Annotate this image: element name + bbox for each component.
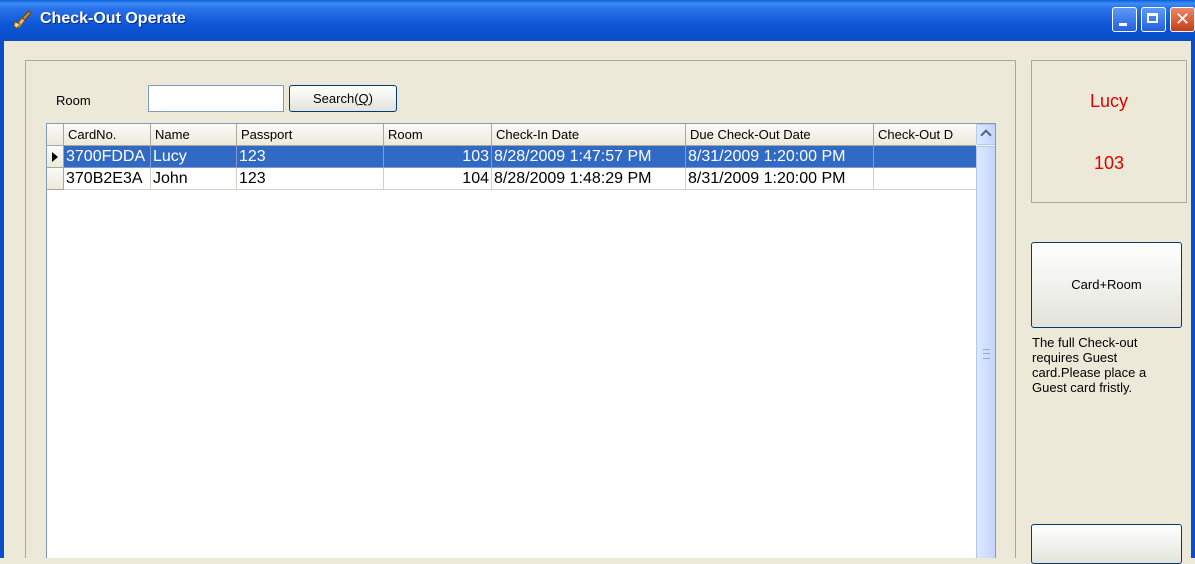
row-header[interactable] — [47, 168, 64, 190]
row-header[interactable] — [47, 146, 64, 168]
broom-icon — [13, 10, 32, 29]
cell-check-out-date[interactable] — [874, 146, 977, 168]
window-frame-right — [1191, 41, 1195, 558]
search-mnemonic: Q — [358, 91, 369, 106]
maximize-button[interactable] — [1141, 7, 1166, 32]
scroll-up-arrow-icon[interactable] — [976, 124, 995, 145]
grid-corner-header — [47, 124, 64, 146]
cell-cardno[interactable]: 3700FDDA — [64, 146, 151, 168]
room-search-input[interactable] — [148, 85, 284, 112]
cell-cardno[interactable]: 370B2E3A — [64, 168, 151, 190]
cell-due-check-out-date[interactable]: 8/31/2009 1:20:00 PM — [686, 146, 874, 168]
current-row-arrow-icon — [52, 152, 58, 162]
cell-passport[interactable]: 123 — [237, 146, 384, 168]
column-header-name[interactable]: Name — [151, 124, 237, 146]
cell-room[interactable]: 104 — [384, 168, 492, 190]
close-icon: ✕ — [1174, 9, 1191, 30]
search-button-label: Search(Q) — [313, 91, 373, 106]
guest-room-number: 103 — [1093, 153, 1125, 173]
guest-grid[interactable]: CardNo. Name Passport Room Check-In Date… — [46, 123, 996, 558]
close-button[interactable]: ✕ — [1170, 7, 1195, 32]
column-header-check-out-date[interactable]: Check-Out D — [874, 124, 977, 146]
minimize-button[interactable] — [1112, 7, 1137, 32]
guest-name: Lucy — [1089, 91, 1129, 111]
cell-check-out-date[interactable] — [874, 168, 977, 190]
search-button[interactable]: Search(Q) — [289, 85, 397, 112]
window-title: Check-Out Operate — [40, 10, 186, 27]
checkout-hint-text: The full Check-out requires Guest card.P… — [1032, 335, 1147, 395]
table-row[interactable]: 3700FDDA Lucy 123 103 8/28/2009 1:47:57 … — [47, 146, 977, 168]
title-bar: Check-Out Operate ✕ — [0, 0, 1195, 41]
grid-header-row: CardNo. Name Passport Room Check-In Date… — [47, 124, 977, 146]
cell-name[interactable]: John — [151, 168, 237, 190]
cell-name[interactable]: Lucy — [151, 146, 237, 168]
guest-info-panel: Lucy 103 — [1031, 60, 1187, 203]
cell-room[interactable]: 103 — [384, 146, 492, 168]
column-header-room[interactable]: Room — [384, 124, 492, 146]
cell-check-in-date[interactable]: 8/28/2009 1:48:29 PM — [492, 168, 686, 190]
cell-check-in-date[interactable]: 8/28/2009 1:47:57 PM — [492, 146, 686, 168]
column-header-check-in-date[interactable]: Check-In Date — [492, 124, 686, 146]
room-label: Room — [56, 93, 91, 108]
vertical-scrollbar[interactable] — [976, 124, 995, 558]
cell-due-check-out-date[interactable]: 8/31/2009 1:20:00 PM — [686, 168, 874, 190]
card-room-button[interactable]: Card+Room — [1031, 242, 1182, 328]
scrollbar-thumb[interactable] — [976, 146, 995, 558]
column-header-cardno[interactable]: CardNo. — [64, 124, 151, 146]
column-header-passport[interactable]: Passport — [237, 124, 384, 146]
table-row[interactable]: 370B2E3A John 123 104 8/28/2009 1:48:29 … — [47, 168, 977, 190]
scrollbar-grip-icon — [983, 349, 990, 359]
cell-passport[interactable]: 123 — [237, 168, 384, 190]
column-header-due-check-out-date[interactable]: Due Check-Out Date — [686, 124, 874, 146]
secondary-action-button[interactable] — [1031, 524, 1182, 564]
window-frame-left — [0, 41, 4, 558]
